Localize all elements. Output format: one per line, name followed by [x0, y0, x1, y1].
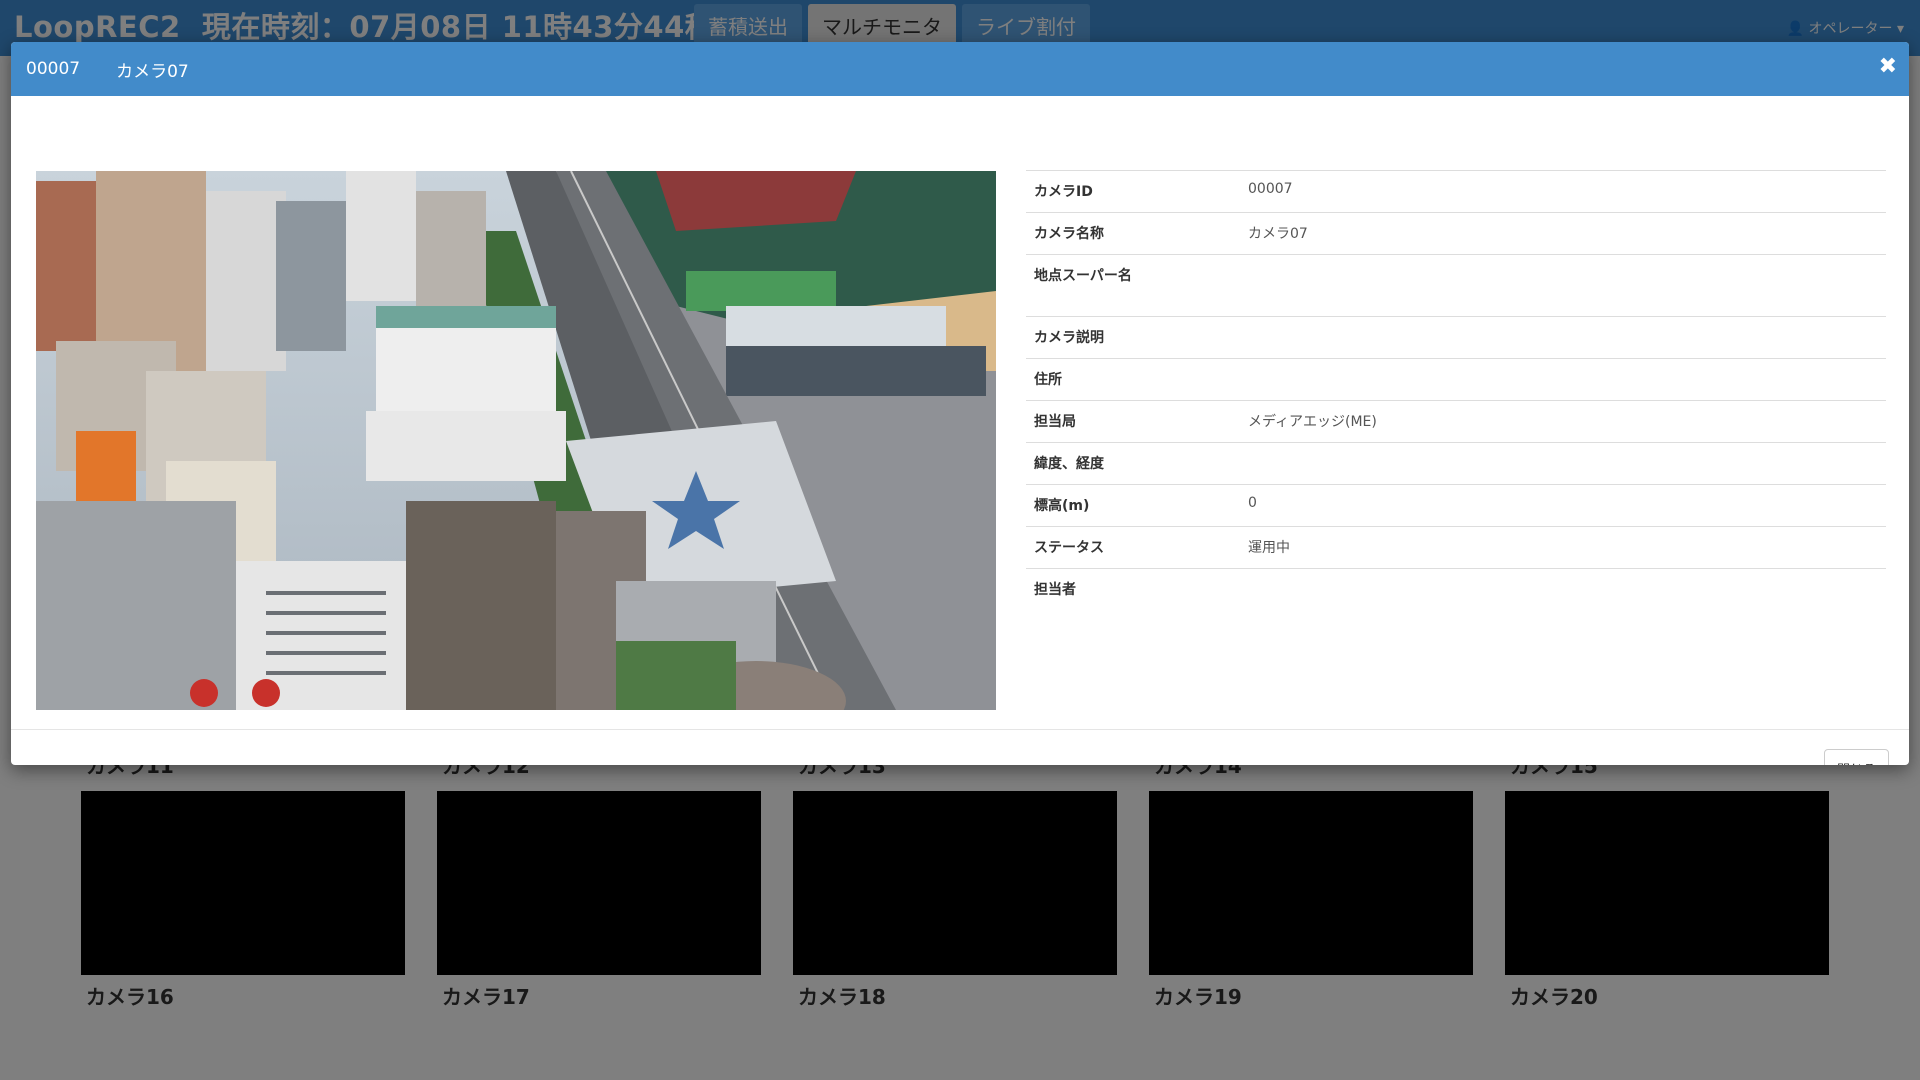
modal-header: 00007 カメラ07 ✖: [11, 42, 1909, 96]
detail-row-status: ステータス 運用中: [1026, 526, 1886, 569]
detail-row-camera-description: カメラ説明: [1026, 316, 1886, 359]
detail-key: 担当者: [1026, 568, 1240, 611]
detail-value: [1240, 568, 1886, 611]
close-icon[interactable]: ✖: [1879, 56, 1897, 78]
detail-key: 担当局: [1026, 400, 1240, 443]
camera-detail-modal: 00007 カメラ07 ✖ カメラID 00007 カメラ名称 カメラ07 地点…: [11, 42, 1909, 765]
detail-value: [1240, 254, 1886, 317]
modal-footer: 閉じる: [11, 730, 1909, 765]
detail-key: カメラ名称: [1026, 212, 1240, 255]
detail-row-address: 住所: [1026, 358, 1886, 401]
close-button[interactable]: 閉じる: [1823, 749, 1889, 765]
modal-body: カメラID 00007 カメラ名称 カメラ07 地点スーパー名 カメラ説明 住所 担…: [11, 96, 1909, 730]
detail-key: カメラID: [1026, 170, 1240, 213]
detail-row-camera-id: カメラID 00007: [1026, 170, 1886, 213]
detail-key: ステータス: [1026, 526, 1240, 569]
detail-value: カメラ07: [1240, 212, 1886, 255]
city-scene-image: [36, 171, 996, 710]
detail-key: 住所: [1026, 358, 1240, 401]
detail-value: 00007: [1240, 170, 1886, 213]
camera-details-table: カメラID 00007 カメラ名称 カメラ07 地点スーパー名 カメラ説明 住所 担…: [1026, 170, 1886, 611]
detail-row-elevation: 標高(m) 0: [1026, 484, 1886, 527]
modal-title: カメラ07: [116, 61, 189, 82]
detail-key: 標高(m): [1026, 484, 1240, 527]
detail-key: 緯度、経度: [1026, 442, 1240, 485]
modal-camera-id: 00007: [26, 59, 81, 79]
detail-row-location-super-name: 地点スーパー名: [1026, 254, 1886, 317]
detail-value: 0: [1240, 484, 1886, 527]
detail-row-camera-name: カメラ名称 カメラ07: [1026, 212, 1886, 255]
detail-row-lat-long: 緯度、経度: [1026, 442, 1886, 485]
detail-row-station: 担当局 メディアエッジ(ME): [1026, 400, 1886, 443]
detail-row-person-in-charge: 担当者: [1026, 568, 1886, 611]
detail-value: [1240, 358, 1886, 401]
detail-value: [1240, 316, 1886, 359]
detail-value: 運用中: [1240, 526, 1886, 569]
detail-value: [1240, 442, 1886, 485]
detail-value: メディアエッジ(ME): [1240, 400, 1886, 443]
detail-key: カメラ説明: [1026, 316, 1240, 359]
camera-snapshot: [36, 171, 996, 710]
detail-key: 地点スーパー名: [1026, 254, 1240, 317]
